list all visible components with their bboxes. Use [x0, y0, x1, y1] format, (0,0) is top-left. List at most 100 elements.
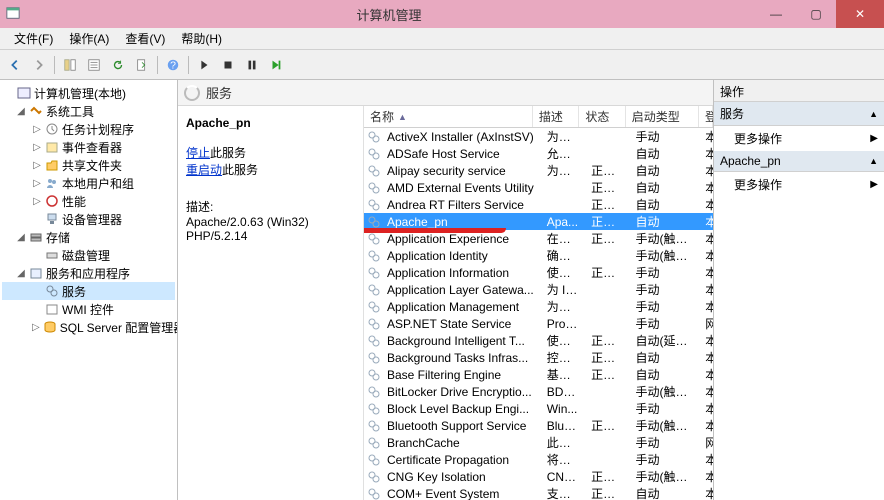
service-row[interactable]: Base Filtering Engine基本...正在...自动本 — [364, 366, 713, 383]
actions-section-services[interactable]: 服务▲ — [714, 102, 884, 126]
service-row[interactable]: Application Identity确定...手动(触发...本 — [364, 247, 713, 264]
service-row[interactable]: Application Layer Gatewa...为 In...手动本 — [364, 281, 713, 298]
maximize-button[interactable]: ▢ — [796, 0, 836, 28]
spinner-icon — [184, 85, 200, 101]
gear-icon — [367, 198, 381, 212]
menu-action[interactable]: 操作(A) — [61, 28, 117, 49]
col-desc[interactable]: 描述 — [533, 106, 579, 127]
service-row[interactable]: ADSafe Host Service允许...自动本 — [364, 145, 713, 162]
cell-status: 正在... — [585, 349, 629, 366]
cell-desc: Apa... — [541, 215, 585, 229]
service-row[interactable]: Application Information使用...正在...手动本 — [364, 264, 713, 281]
service-row[interactable]: Apache_pnApa...正在...自动本 — [364, 213, 713, 230]
tree-services-apps[interactable]: ◢ 服务和应用程序 — [2, 264, 175, 282]
service-row[interactable]: BitLocker Drive Encryptio...BDE...手动(触发.… — [364, 383, 713, 400]
service-row[interactable]: Application Experience在应...正在...手动(触发...… — [364, 230, 713, 247]
window-buttons: — ▢ ✕ — [756, 0, 884, 28]
menubar: 文件(F) 操作(A) 查看(V) 帮助(H) — [0, 28, 884, 50]
cell-desc: Prov... — [541, 317, 585, 331]
stop-service-link[interactable]: 停止 — [186, 146, 210, 160]
play-button[interactable] — [193, 54, 215, 76]
service-row[interactable]: BranchCache此服...手动网 — [364, 434, 713, 451]
cell-desc: 将用... — [541, 451, 585, 468]
tree-shared-folders[interactable]: ▷ 共享文件夹 — [2, 156, 175, 174]
cell-logon: 本 — [699, 128, 713, 145]
tree-storage[interactable]: ◢ 存储 — [2, 228, 175, 246]
actions-more-2[interactable]: 更多操作▶ — [714, 172, 884, 197]
toolbar: ? — [0, 50, 884, 80]
gear-icon — [367, 181, 381, 195]
properties-button[interactable] — [83, 54, 105, 76]
gear-icon — [367, 283, 381, 297]
tree-sql-config[interactable]: ▷ SQL Server 配置管理器 — [2, 318, 175, 336]
cell-startup: 自动 — [630, 366, 700, 383]
chevron-right-icon: ▶ — [870, 179, 878, 190]
tree-event-viewer[interactable]: ▷ 事件查看器 — [2, 138, 175, 156]
service-row[interactable]: AMD External Events Utility正在...自动本 — [364, 179, 713, 196]
actions-more-1[interactable]: 更多操作▶ — [714, 126, 884, 151]
cell-desc: 使用... — [541, 264, 585, 281]
cell-logon: 本 — [699, 247, 713, 264]
service-row[interactable]: ActiveX Installer (AxInstSV)为从...手动本 — [364, 128, 713, 145]
actions-header: 操作 — [714, 80, 884, 102]
cell-name: Block Level Backup Engi... — [381, 402, 541, 416]
service-row[interactable]: Alipay security service为支...正在...自动本 — [364, 162, 713, 179]
service-row[interactable]: Andrea RT Filters Service正在...自动本 — [364, 196, 713, 213]
forward-button[interactable] — [28, 54, 50, 76]
close-button[interactable]: ✕ — [836, 0, 884, 28]
show-hide-button[interactable] — [59, 54, 81, 76]
service-row[interactable]: COM+ Event System支持...正在...自动本 — [364, 485, 713, 500]
restart-button[interactable] — [265, 54, 287, 76]
cell-status: 正在... — [585, 468, 629, 485]
service-row[interactable]: Bluetooth Support ServiceBlue...正在...手动(… — [364, 417, 713, 434]
col-name[interactable]: 名称▲ — [364, 106, 533, 127]
tree-performance[interactable]: ▷ 性能 — [2, 192, 175, 210]
tree-wmi[interactable]: WMI 控件 — [2, 300, 175, 318]
tree-local-users[interactable]: ▷ 本地用户和组 — [2, 174, 175, 192]
cell-status: 正在... — [585, 366, 629, 383]
service-row[interactable]: Certificate Propagation将用...手动本 — [364, 451, 713, 468]
service-row[interactable]: Background Tasks Infras...控制...正在...自动本 — [364, 349, 713, 366]
col-startup[interactable]: 启动类型 — [626, 106, 699, 127]
menu-file[interactable]: 文件(F) — [6, 28, 61, 49]
col-logon[interactable]: 登 — [699, 106, 713, 127]
cell-name: Alipay security service — [381, 164, 541, 178]
cell-name: ActiveX Installer (AxInstSV) — [381, 130, 541, 144]
service-row[interactable]: Block Level Backup Engi...Win...手动本 — [364, 400, 713, 417]
back-button[interactable] — [4, 54, 26, 76]
selected-service-name: Apache_pn — [186, 116, 355, 130]
menu-view[interactable]: 查看(V) — [117, 28, 173, 49]
services-pane: 服务 Apache_pn 停止此服务 重启动此服务 描述: Apache/2.0… — [178, 80, 714, 500]
services-rows[interactable]: ActiveX Installer (AxInstSV)为从...手动本ADSa… — [364, 128, 713, 500]
tree-device-manager[interactable]: 设备管理器 — [2, 210, 175, 228]
nav-tree[interactable]: 计算机管理(本地) ◢ 系统工具 ▷ 任务计划程序 ▷ 事件查看器 ▷ 共享文件… — [0, 80, 178, 500]
cell-name: BitLocker Drive Encryptio... — [381, 385, 541, 399]
gear-icon — [367, 368, 381, 382]
tree-root[interactable]: 计算机管理(本地) — [2, 84, 175, 102]
minimize-button[interactable]: — — [756, 0, 796, 28]
gear-icon — [367, 300, 381, 314]
actions-section-selected[interactable]: Apache_pn▲ — [714, 151, 884, 172]
cell-desc: 基本... — [541, 366, 585, 383]
col-status[interactable]: 状态 — [579, 106, 625, 127]
cell-desc: CNG... — [541, 470, 585, 484]
refresh-button[interactable] — [107, 54, 129, 76]
service-row[interactable]: Application Management为通...手动本 — [364, 298, 713, 315]
services-header: 服务 — [178, 80, 713, 106]
collapse-icon: ▲ — [869, 156, 878, 166]
help-button[interactable]: ? — [162, 54, 184, 76]
service-row[interactable]: CNG Key IsolationCNG...正在...手动(触发...本 — [364, 468, 713, 485]
service-row[interactable]: Background Intelligent T...使用...正在...自动(… — [364, 332, 713, 349]
stop-button[interactable] — [217, 54, 239, 76]
cell-status: 正在... — [585, 264, 629, 281]
pause-button[interactable] — [241, 54, 263, 76]
menu-help[interactable]: 帮助(H) — [173, 28, 230, 49]
export-button[interactable] — [131, 54, 153, 76]
tree-disk-mgmt[interactable]: 磁盘管理 — [2, 246, 175, 264]
restart-service-link[interactable]: 重启动 — [186, 163, 222, 177]
service-row[interactable]: ASP.NET State ServiceProv...手动网 — [364, 315, 713, 332]
tree-task-scheduler[interactable]: ▷ 任务计划程序 — [2, 120, 175, 138]
tree-services[interactable]: 服务 — [2, 282, 175, 300]
tree-system-tools[interactable]: ◢ 系统工具 — [2, 102, 175, 120]
cell-desc: Win... — [541, 402, 585, 416]
